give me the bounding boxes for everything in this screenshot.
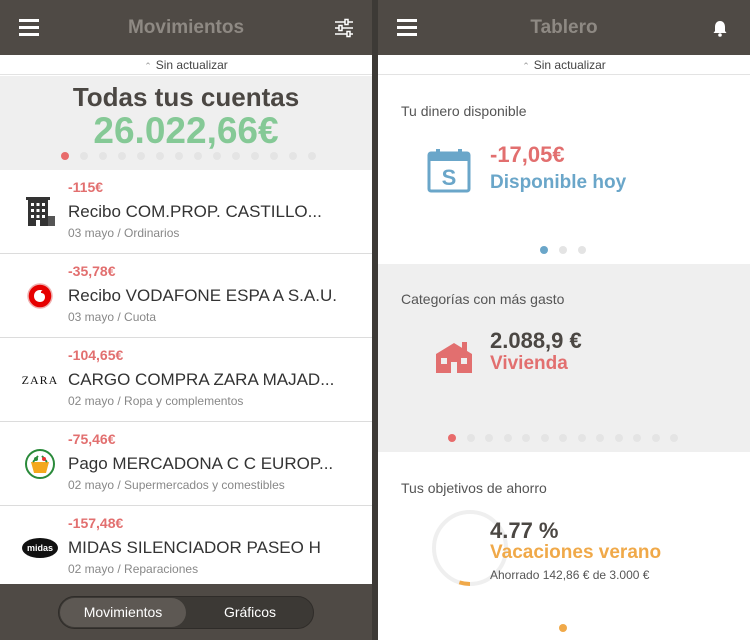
page-dot[interactable] bbox=[614, 434, 623, 442]
list-item[interactable]: ZARA -104,65€ CARGO COMPRA ZARA MAJAD...… bbox=[0, 338, 372, 422]
page-indicator[interactable] bbox=[540, 246, 597, 254]
bottom-tab-bar: Movimientos Gráficos bbox=[0, 584, 372, 640]
chevron-up-icon: ⌃ bbox=[522, 61, 530, 71]
svg-text:S: S bbox=[442, 165, 457, 190]
page-dot[interactable] bbox=[466, 434, 475, 442]
page-dot[interactable] bbox=[251, 152, 259, 160]
tx-meta: 03 mayo / Ordinarios bbox=[68, 226, 180, 240]
summary-total: 26.022,66€ bbox=[93, 110, 279, 151]
tx-description: Recibo VODAFONE ESPA A S.A.U. bbox=[68, 286, 337, 305]
page-title: Movimientos bbox=[127, 17, 245, 38]
update-status[interactable]: ⌃ Sin actualizar bbox=[378, 55, 750, 75]
tablero-screen: Tablero ⌃ Sin actualizar Tu dinero dispon… bbox=[378, 0, 750, 640]
page-dot[interactable] bbox=[194, 152, 202, 160]
vodafone-logo bbox=[27, 283, 53, 309]
update-status-label: Sin actualizar bbox=[533, 58, 606, 72]
page-dot[interactable] bbox=[522, 434, 530, 442]
building-icon bbox=[26, 197, 55, 226]
page-dot[interactable] bbox=[232, 152, 240, 160]
available-value: -17,05€ bbox=[490, 142, 565, 167]
page-dot[interactable] bbox=[559, 434, 567, 442]
tx-description: Pago MERCADONA C C EUROP... bbox=[68, 454, 334, 473]
page-indicator[interactable] bbox=[61, 152, 327, 160]
calendar-dollar-icon: S bbox=[427, 149, 471, 193]
page-dot[interactable] bbox=[175, 152, 183, 160]
page-dot[interactable] bbox=[99, 152, 107, 160]
page-dot[interactable] bbox=[578, 246, 586, 254]
page-dot[interactable] bbox=[61, 152, 69, 160]
page-dot[interactable] bbox=[651, 434, 660, 442]
update-status-label: Sin actualizar bbox=[155, 58, 228, 72]
midas-logo: midas bbox=[22, 538, 58, 558]
bell-icon[interactable] bbox=[710, 18, 730, 38]
card-title: Categorías con más gasto bbox=[401, 291, 565, 307]
tx-meta: 03 mayo / Cuota bbox=[68, 310, 157, 324]
page-dot[interactable] bbox=[596, 434, 604, 442]
available-label: Disponible hoy bbox=[490, 172, 627, 193]
tx-amount: -104,65€ bbox=[68, 347, 124, 363]
page-indicator[interactable] bbox=[448, 434, 689, 442]
mercadona-logo bbox=[25, 449, 55, 479]
tx-meta: 02 mayo / Reparaciones bbox=[68, 562, 199, 576]
movimientos-screen: Movimientos ⌃ Sin actualizar Todas tus cu… bbox=[0, 0, 372, 640]
savings-goals-card[interactable]: Tus objetivos de ahorro 4.77 % Vacacione… bbox=[378, 452, 750, 640]
list-item[interactable]: -35,78€ Recibo VODAFONE ESPA A S.A.U. 03… bbox=[0, 254, 372, 338]
category-label: Vivienda bbox=[490, 353, 568, 374]
page-dot[interactable] bbox=[559, 246, 567, 254]
accounts-summary[interactable]: Todas tus cuentas 26.022,66€ bbox=[0, 76, 372, 170]
category-value: 2.088,9 € bbox=[490, 328, 582, 353]
zara-logo: ZARA bbox=[21, 372, 59, 387]
tab-graficos[interactable]: Gráficos bbox=[187, 598, 313, 627]
page-indicator-dot[interactable] bbox=[559, 624, 567, 632]
savings-percent: 4.77 % bbox=[490, 518, 559, 543]
page-dot[interactable] bbox=[308, 152, 316, 160]
page-dot[interactable] bbox=[670, 434, 678, 442]
page-dot[interactable] bbox=[270, 152, 278, 160]
tab-movimientos[interactable]: Movimientos bbox=[60, 598, 186, 627]
tx-amount: -157,48€ bbox=[68, 515, 124, 531]
tx-description: Recibo COM.PROP. CASTILLO... bbox=[68, 202, 322, 221]
available-money-card[interactable]: Tu dinero disponible S -17,05€ Disponibl… bbox=[378, 76, 750, 264]
page-dot[interactable] bbox=[137, 152, 145, 160]
sliders-icon[interactable] bbox=[334, 18, 354, 38]
savings-goal-name: Vacaciones verano bbox=[490, 542, 662, 563]
tx-meta: 02 mayo / Ropa y complementos bbox=[68, 394, 244, 408]
page-dot[interactable] bbox=[577, 434, 586, 442]
page-title: Tablero bbox=[530, 17, 598, 38]
navbar: Tablero bbox=[378, 0, 750, 55]
chevron-up-icon: ⌃ bbox=[144, 61, 152, 71]
savings-detail: Ahorrado 142,86 € de 3.000 € bbox=[490, 568, 650, 582]
update-status[interactable]: ⌃ Sin actualizar bbox=[0, 55, 372, 75]
page-dot[interactable] bbox=[448, 434, 456, 442]
navbar: Movimientos bbox=[0, 0, 372, 55]
page-dot[interactable] bbox=[118, 152, 126, 160]
page-dot[interactable] bbox=[503, 434, 512, 442]
segmented-control: Movimientos Gráficos bbox=[58, 596, 314, 629]
transaction-list: -115€ Recibo COM.PROP. CASTILLO... 03 ma… bbox=[0, 170, 372, 590]
page-dot[interactable] bbox=[156, 152, 164, 160]
card-title: Tus objetivos de ahorro bbox=[401, 480, 547, 496]
page-dot[interactable] bbox=[540, 434, 549, 442]
tx-amount: -35,78€ bbox=[68, 263, 116, 279]
list-item[interactable]: midas -157,48€ MIDAS SILENCIADOR PASEO H… bbox=[0, 506, 372, 590]
summary-label: Todas tus cuentas bbox=[72, 82, 300, 112]
page-dot[interactable] bbox=[540, 246, 548, 254]
house-icon bbox=[436, 342, 472, 373]
page-dot[interactable] bbox=[289, 152, 297, 160]
tx-description: MIDAS SILENCIADOR PASEO H bbox=[68, 538, 321, 557]
top-categories-card[interactable]: Categorías con más gasto 2.088,9 € Vivie… bbox=[378, 264, 750, 452]
tx-amount: -115€ bbox=[68, 179, 104, 195]
card-title: Tu dinero disponible bbox=[401, 103, 527, 119]
page-dot[interactable] bbox=[633, 434, 641, 442]
tx-description: CARGO COMPRA ZARA MAJAD... bbox=[68, 370, 335, 389]
page-dot[interactable] bbox=[213, 152, 221, 160]
list-item[interactable]: -75,46€ Pago MERCADONA C C EUROP... 02 m… bbox=[0, 422, 372, 506]
tx-meta: 02 mayo / Supermercados y comestibles bbox=[68, 478, 285, 492]
tx-amount: -75,46€ bbox=[68, 431, 116, 447]
page-dot[interactable] bbox=[485, 434, 493, 442]
page-dot[interactable] bbox=[80, 152, 88, 160]
list-item[interactable]: -115€ Recibo COM.PROP. CASTILLO... 03 ma… bbox=[0, 170, 372, 254]
